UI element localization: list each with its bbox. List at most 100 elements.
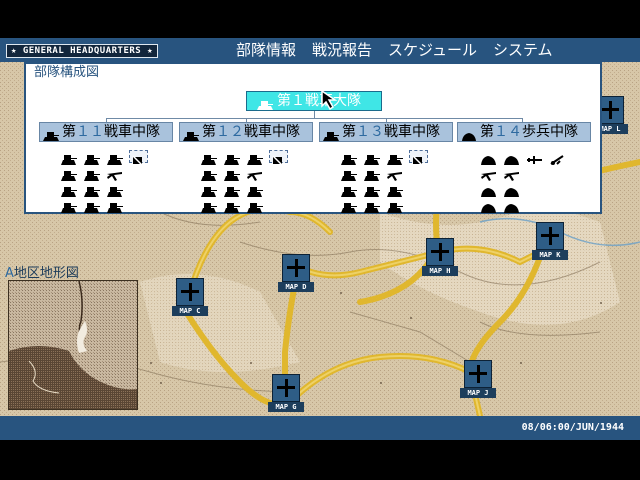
artillery-unit-icon[interactable]: [480, 166, 499, 181]
marker-label: MAP G: [268, 402, 304, 412]
menu-battle-report[interactable]: 戦況報告: [312, 39, 372, 61]
terrain-thumbnail[interactable]: [8, 280, 138, 410]
map-marker-j[interactable]: MAP J: [458, 360, 500, 402]
tank-unit-icon[interactable]: [340, 166, 359, 181]
supply-crossed-unit-icon[interactable]: [129, 150, 148, 166]
company-prefix: 第: [202, 124, 216, 140]
company-number: １４: [494, 124, 522, 140]
artillery-unit-icon[interactable]: [246, 166, 265, 181]
tank-unit-icon[interactable]: [83, 182, 102, 197]
tank-unit-icon: [43, 128, 59, 141]
tank-unit-icon[interactable]: [200, 150, 219, 165]
main-menu: 部隊情報 戦況報告 スケジュール システム: [236, 39, 553, 61]
status-bar: 08/06:00/JUN/1944: [0, 416, 640, 440]
tank-unit-icon[interactable]: [223, 182, 242, 197]
tank-unit-icon[interactable]: [386, 182, 405, 197]
tank-unit-icon[interactable]: [340, 150, 359, 165]
org-chart-popup: 部隊構成図 第１戦車大隊 第１１戦車中隊 第１２戦車中隊 第１３戦車中隊 第１４…: [24, 62, 602, 214]
company-type: 歩兵中隊: [522, 124, 578, 140]
menu-system[interactable]: システム: [493, 39, 553, 61]
tank-unit-icon[interactable]: [363, 182, 382, 197]
aircraft-unit-icon[interactable]: [526, 150, 545, 164]
tank-unit-icon[interactable]: [106, 150, 125, 165]
tank-unit-icon[interactable]: [223, 198, 242, 213]
infantry-unit-icon[interactable]: [480, 182, 499, 197]
supply-crossed-unit-icon[interactable]: [269, 150, 288, 166]
tank-unit-icon[interactable]: [223, 166, 242, 181]
company-prefix: 第: [342, 124, 356, 140]
map-marker-c[interactable]: MAP C: [170, 278, 212, 320]
tank-unit-icon[interactable]: [106, 182, 125, 197]
map-marker-d[interactable]: MAP D: [276, 254, 318, 296]
menu-unit-info[interactable]: 部隊情報: [236, 39, 296, 61]
terrain-title-text: 地区地形図: [13, 266, 79, 281]
org-connector: [106, 118, 522, 119]
tank-unit-icon[interactable]: [363, 198, 382, 213]
company-number: １２: [216, 124, 244, 140]
cross-icon: [536, 222, 564, 250]
cross-icon: [272, 374, 300, 402]
company-number: １３: [356, 124, 384, 140]
artillery-unit-icon[interactable]: [503, 166, 522, 181]
tank-unit-icon: [323, 128, 339, 141]
game-screen: ★ GENERAL HEADQUARTERS ★ 部隊情報 戦況報告 スケジュー…: [0, 0, 640, 480]
tank-unit-icon[interactable]: [363, 150, 382, 165]
tank-unit-icon[interactable]: [246, 182, 265, 197]
tank-unit-icon[interactable]: [200, 166, 219, 181]
battalion-node[interactable]: 第１戦車大隊: [246, 91, 382, 111]
tank-unit-icon[interactable]: [83, 198, 102, 213]
marker-label: MAP J: [460, 388, 496, 398]
tank-unit-icon[interactable]: [223, 150, 242, 165]
tank-unit-icon[interactable]: [246, 150, 265, 165]
supply-crossed-unit-icon[interactable]: [409, 150, 428, 166]
tank-unit-icon[interactable]: [60, 150, 79, 165]
tank-unit-icon[interactable]: [340, 182, 359, 197]
tank-unit-icon[interactable]: [83, 166, 102, 181]
company-node-13[interactable]: 第１３戦車中隊: [319, 122, 453, 142]
map-marker-k[interactable]: MAP K: [530, 222, 572, 264]
tank-unit-icon[interactable]: [60, 182, 79, 197]
org-connector: [314, 110, 315, 118]
tank-unit-icon[interactable]: [340, 198, 359, 213]
menu-schedule[interactable]: スケジュール: [388, 39, 477, 61]
artillery-unit-icon[interactable]: [386, 166, 405, 181]
map-marker-g[interactable]: MAP G: [266, 374, 308, 416]
infantry-unit-icon[interactable]: [503, 182, 522, 197]
infantry-unit-icon[interactable]: [503, 150, 522, 165]
tank-unit-icon[interactable]: [386, 150, 405, 165]
infantry-unit-icon[interactable]: [480, 150, 499, 165]
tank-unit-icon[interactable]: [386, 198, 405, 213]
company-node-14[interactable]: 第１４歩兵中隊: [457, 122, 591, 142]
tank-unit-icon[interactable]: [106, 198, 125, 213]
company-node-12[interactable]: 第１２戦車中隊: [179, 122, 313, 142]
cross-icon: [176, 278, 204, 306]
infantry-unit-icon[interactable]: [480, 198, 499, 213]
cross-icon: [282, 254, 310, 282]
cross-icon: [464, 360, 492, 388]
pointer-cursor-icon: [321, 89, 339, 114]
company-prefix: 第: [62, 124, 76, 140]
infantry-unit-icon[interactable]: [503, 198, 522, 213]
marker-label: MAP C: [172, 306, 208, 316]
tank-unit-icon[interactable]: [246, 198, 265, 213]
tank-unit-icon[interactable]: [83, 150, 102, 165]
map-marker-h[interactable]: MAP H: [420, 238, 462, 280]
company-number: １１: [76, 124, 104, 140]
marker-label: MAP K: [532, 250, 568, 260]
tank-unit-icon: [183, 128, 199, 141]
company-node-11[interactable]: 第１１戦車中隊: [39, 122, 173, 142]
tank-unit-icon[interactable]: [363, 166, 382, 181]
anti-tank-unit-icon[interactable]: [549, 150, 568, 165]
battalion-label: 第１戦車大隊: [277, 93, 361, 109]
tank-unit-icon[interactable]: [60, 198, 79, 213]
infantry-unit-icon: [461, 128, 477, 141]
tank-unit-icon: [257, 97, 273, 110]
company-type: 戦車中隊: [244, 124, 300, 140]
tank-unit-icon[interactable]: [60, 166, 79, 181]
terrain-map-title: A地区地形図: [5, 262, 79, 281]
tank-unit-icon[interactable]: [200, 182, 219, 197]
terrain-sector-letter: A: [5, 266, 14, 281]
artillery-unit-icon[interactable]: [106, 166, 125, 181]
top-menu-bar: ★ GENERAL HEADQUARTERS ★ 部隊情報 戦況報告 スケジュー…: [0, 38, 640, 62]
tank-unit-icon[interactable]: [200, 198, 219, 213]
